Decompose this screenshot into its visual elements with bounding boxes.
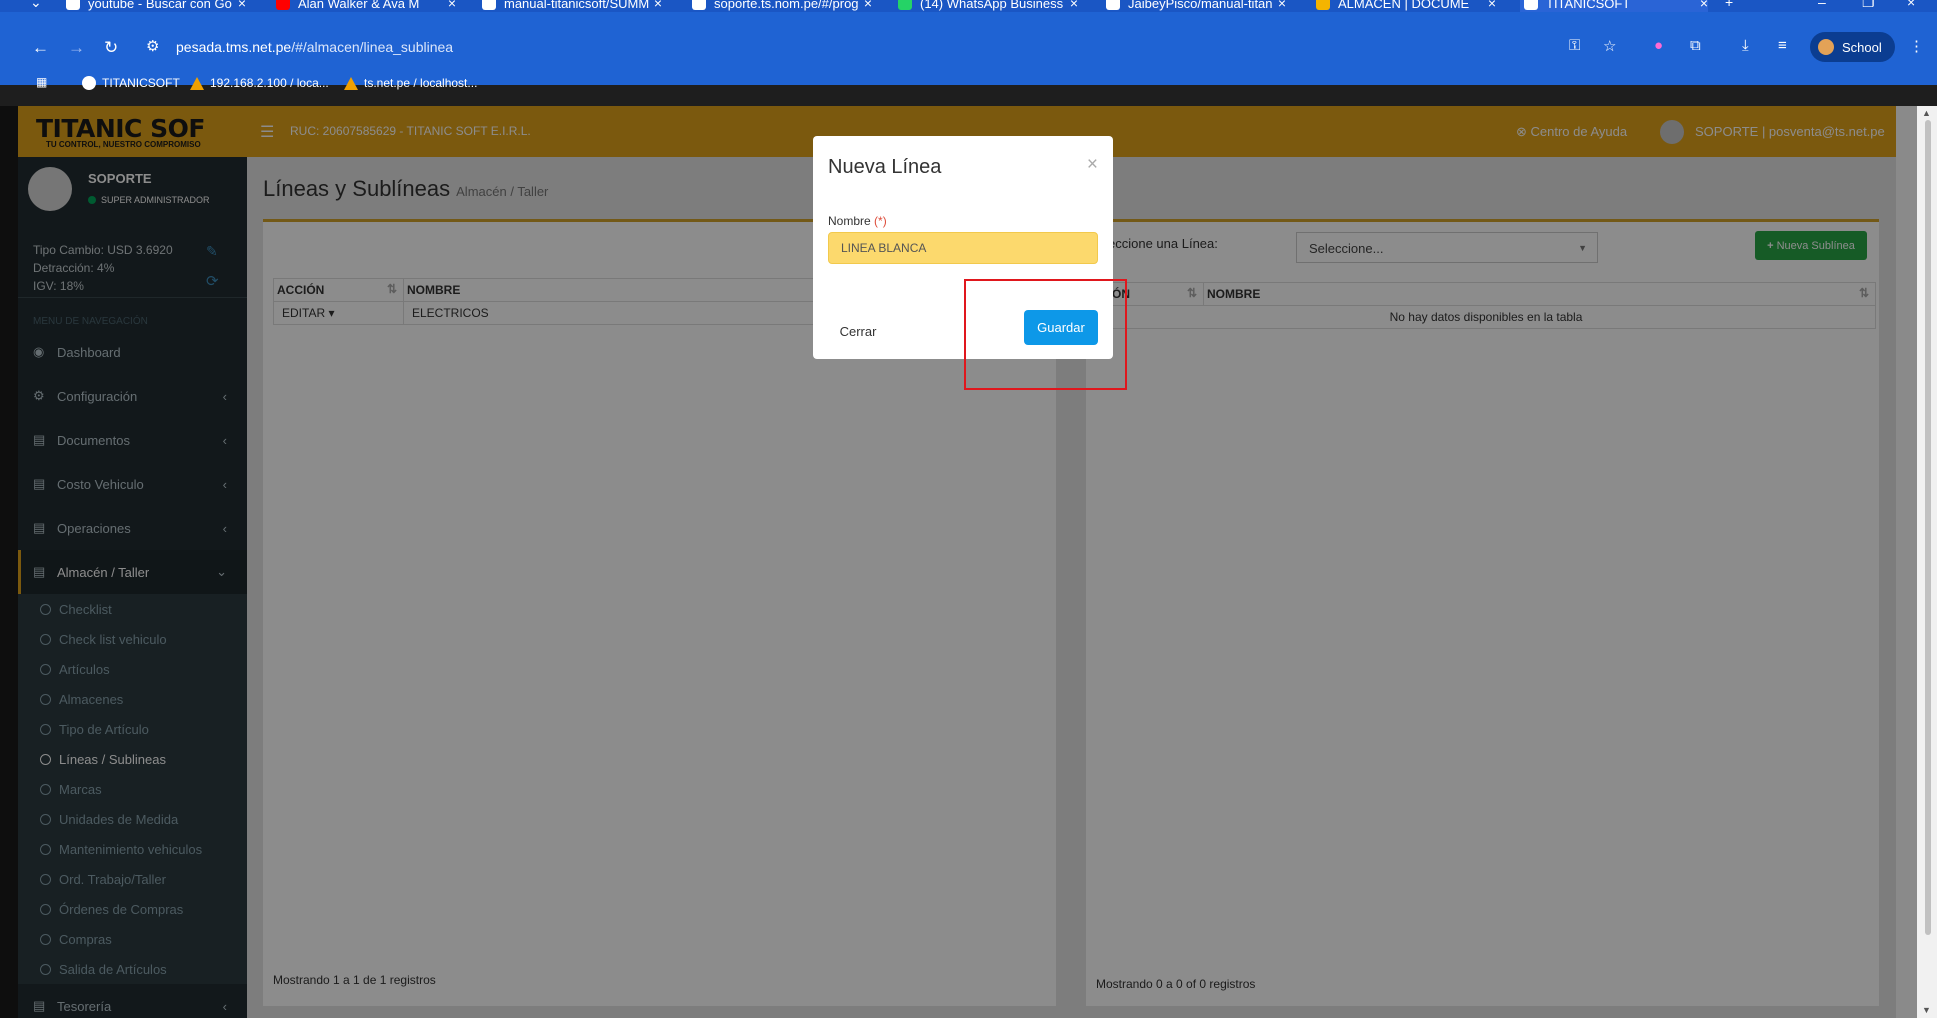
extensions-puzzle-icon[interactable]: ⧉ (1690, 37, 1701, 54)
tab-title: manual-titanicsoft/SUMM (504, 0, 650, 11)
cerrar-button[interactable]: Cerrar (828, 316, 888, 346)
tab-search-icon[interactable]: ⌄ (30, 0, 42, 11)
url-host: pesada.tms.net.pe (176, 39, 292, 55)
bookmark-label: 192.168.2.100 / loca... (210, 76, 329, 90)
github-icon (482, 0, 496, 10)
browser-tab[interactable]: (14) WhatsApp Business × (898, 0, 1078, 12)
bookmark-item[interactable]: ts.net.pe / localhost... (344, 76, 477, 90)
google-icon (66, 0, 80, 10)
bookmark-label: TITANICSOFT (102, 76, 180, 90)
profile-avatar (1818, 39, 1834, 55)
close-tab-icon[interactable]: × (1278, 0, 1286, 11)
tab-title: ALMACEN | DOCUME (1338, 0, 1470, 11)
close-tab-icon[interactable]: × (654, 0, 662, 11)
window-left-edge (0, 106, 18, 1018)
bookmark-label: ts.net.pe / localhost... (364, 76, 478, 90)
globe-icon (82, 76, 96, 90)
bookmark-item[interactable]: TITANICSOFT (82, 76, 180, 90)
tab-title: Alan Walker & Ava M (298, 0, 420, 11)
tab-title: youtube - Buscar con Go (88, 0, 232, 11)
github-icon (1106, 0, 1120, 10)
browser-tab-strip: ⌄ youtube - Buscar con Go × Alan Walker &… (0, 0, 1937, 12)
phpmyadmin-icon (190, 76, 204, 90)
apps-grid-icon[interactable]: ▦ (36, 75, 47, 89)
highlight-annotation-box (964, 279, 1127, 390)
browser-tab[interactable]: Alan Walker & Ava M × (276, 0, 456, 12)
close-tab-icon[interactable]: × (1070, 0, 1078, 11)
backdrop-right-strip (1896, 106, 1917, 1018)
scroll-down-icon[interactable]: ▼ (1922, 1005, 1931, 1015)
close-tab-icon[interactable]: × (238, 0, 246, 11)
media-control-icon[interactable]: ≡ (1778, 37, 1787, 54)
modal-title: Nueva Línea (828, 156, 942, 178)
profile-label: School (1842, 39, 1882, 55)
youtube-icon (276, 0, 290, 10)
tab-title: TITANICSOFT (1546, 0, 1631, 11)
close-tab-icon[interactable]: × (1488, 0, 1496, 11)
extension-icon[interactable]: ● (1654, 37, 1663, 54)
globe-icon (692, 0, 706, 10)
close-window-icon[interactable]: × (1907, 0, 1915, 10)
scroll-up-icon[interactable]: ▲ (1922, 108, 1931, 118)
nombre-label: Nombre (*) (828, 214, 887, 228)
whatsapp-icon (898, 0, 912, 10)
close-tab-icon[interactable]: × (1700, 0, 1708, 11)
tab-title: (14) WhatsApp Business (920, 0, 1064, 11)
nombre-input[interactable] (828, 232, 1098, 264)
new-tab-icon[interactable]: + (1725, 0, 1733, 10)
password-key-icon[interactable]: ⚿ (1569, 37, 1580, 54)
globe-icon (1524, 0, 1538, 10)
bookmark-item[interactable]: 192.168.2.100 / loca... (190, 76, 329, 90)
bookmark-star-icon[interactable]: ☆ (1603, 37, 1616, 55)
profile-button[interactable]: School (1810, 32, 1895, 62)
browser-tab-active[interactable]: TITANICSOFT × (1520, 0, 1708, 12)
close-tab-icon[interactable]: × (864, 0, 872, 11)
close-tab-icon[interactable]: × (448, 0, 456, 11)
browser-tab[interactable]: ALMACEN | DOCUME × (1316, 0, 1496, 12)
browser-tab[interactable]: soporte.ts.nom.pe/#/prog × (692, 0, 872, 12)
back-icon[interactable]: ← (32, 38, 49, 58)
required-mark: (*) (874, 214, 887, 228)
phpmyadmin-icon (344, 76, 358, 90)
browser-tab[interactable]: manual-titanicsoft/SUMM × (482, 0, 662, 12)
download-icon[interactable]: ⤓ (1742, 37, 1749, 54)
close-icon[interactable]: × (1087, 154, 1098, 176)
docs-icon (1316, 0, 1330, 10)
browser-menu-icon[interactable]: ⋮ (1909, 37, 1924, 55)
site-info-icon[interactable]: ⚙ (146, 37, 159, 55)
scrollbar-thumb[interactable] (1925, 120, 1931, 935)
browser-tab[interactable]: JaibeyPisco/manual-titan × (1106, 0, 1286, 12)
tab-title: JaibeyPisco/manual-titan (1128, 0, 1273, 11)
forward-icon[interactable]: → (68, 38, 85, 58)
tab-title: soporte.ts.nom.pe/#/prog (714, 0, 859, 11)
reload-icon[interactable]: ↻ (104, 38, 118, 58)
restore-icon[interactable]: ❐ (1862, 0, 1875, 11)
address-bar[interactable]: pesada.tms.net.pe/#/almacen/linea_sublin… (176, 39, 453, 55)
url-path: /#/almacen/linea_sublinea (291, 39, 454, 55)
browser-toolbar: ← → ↻ ⚙ pesada.tms.net.pe/#/almacen/line… (0, 12, 1937, 90)
label-text: Nombre (828, 214, 871, 228)
browser-tab[interactable]: youtube - Buscar con Go × (66, 0, 246, 12)
minimize-icon[interactable]: – (1818, 0, 1826, 10)
